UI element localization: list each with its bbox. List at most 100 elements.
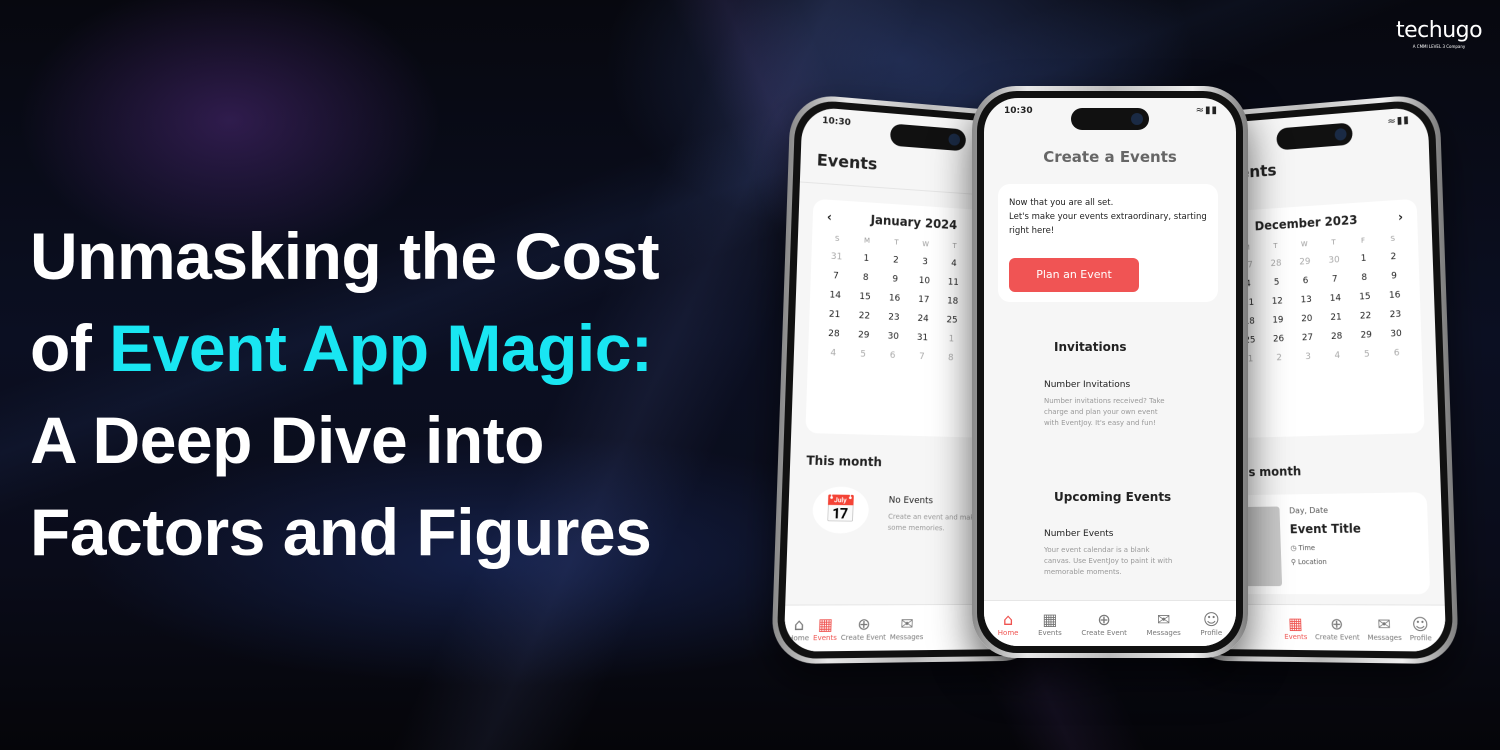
calendar-day[interactable]: 29 bbox=[1290, 256, 1319, 268]
calendar-day[interactable]: 7 bbox=[907, 351, 936, 362]
home-icon: ⌂ bbox=[794, 615, 805, 633]
dynamic-island bbox=[890, 123, 966, 151]
calendar-day[interactable]: 23 bbox=[1380, 309, 1410, 321]
calendar-day[interactable]: 3 bbox=[910, 256, 939, 268]
nav-profile[interactable]: ☺ Profile bbox=[1409, 615, 1432, 642]
calendar-day[interactable]: 1 bbox=[851, 253, 881, 265]
calendar-day[interactable]: 4 bbox=[1323, 350, 1353, 361]
calendar-day[interactable]: 30 bbox=[878, 331, 908, 342]
nav-messages[interactable]: ✉ Messages bbox=[890, 615, 924, 641]
nav-home[interactable]: ⌂ Home bbox=[788, 615, 810, 642]
calendar-day[interactable]: 13 bbox=[1292, 294, 1321, 305]
calendar-day[interactable]: 31 bbox=[908, 332, 937, 343]
calendar-day[interactable]: 14 bbox=[1321, 293, 1351, 305]
plan-event-button[interactable]: Plan an Event bbox=[1009, 258, 1139, 292]
calendar-day[interactable]: 28 bbox=[819, 328, 849, 339]
calendar-day[interactable]: 15 bbox=[850, 291, 880, 303]
calendar-day[interactable]: 28 bbox=[1322, 331, 1352, 342]
calendar-day[interactable]: 2 bbox=[1378, 251, 1408, 263]
calendar-day[interactable]: 28 bbox=[1262, 258, 1291, 270]
phone-create-event: 10:30 ≈▮▮ Create a Events Now that you a… bbox=[972, 86, 1248, 658]
nav-events[interactable]: ▦ Events bbox=[813, 615, 838, 642]
nav-messages[interactable]: ✉ Messages bbox=[1367, 615, 1402, 642]
calendar-day[interactable]: 8 bbox=[851, 272, 881, 284]
calendar-day[interactable]: 8 bbox=[1349, 272, 1379, 284]
events-icon: ▦ bbox=[1042, 611, 1057, 629]
section-title: This month bbox=[806, 453, 882, 469]
calendar-day[interactable]: 27 bbox=[1293, 332, 1322, 343]
calendar-day[interactable]: 12 bbox=[1263, 296, 1292, 307]
nav-events[interactable]: ▦ Events bbox=[1284, 615, 1308, 641]
calendar-day[interactable]: 2 bbox=[881, 255, 911, 267]
headline-line-4: Factors and Figures bbox=[30, 486, 659, 578]
calendar-day[interactable]: 5 bbox=[1352, 349, 1382, 360]
calendar-day[interactable]: 6 bbox=[878, 350, 908, 361]
calendar-day[interactable]: 22 bbox=[849, 311, 879, 322]
calendar-day[interactable]: 14 bbox=[820, 290, 850, 302]
calendar-day[interactable]: 18 bbox=[938, 296, 967, 307]
weekday-label: T bbox=[940, 241, 969, 251]
calendar-day[interactable]: 26 bbox=[1264, 334, 1293, 345]
calendar-day[interactable]: 25 bbox=[937, 315, 966, 326]
event-location: Location bbox=[1298, 558, 1327, 566]
status-icons: ≈▮▮ bbox=[1196, 105, 1218, 116]
calendar-day[interactable]: 21 bbox=[1321, 312, 1351, 323]
prev-month-icon[interactable]: ‹ bbox=[827, 210, 832, 225]
calendar-day[interactable]: 16 bbox=[880, 293, 910, 305]
next-month-icon[interactable]: › bbox=[1398, 210, 1403, 225]
nav-create-event[interactable]: ⊕ Create Event bbox=[1314, 615, 1359, 641]
events-icon: ▦ bbox=[818, 615, 834, 633]
calendar-day[interactable]: 3 bbox=[1293, 351, 1322, 362]
nav-events[interactable]: ▦ Events bbox=[1038, 611, 1062, 637]
calendar-day[interactable]: 29 bbox=[1351, 330, 1381, 341]
calendar-day[interactable]: 9 bbox=[1379, 270, 1409, 282]
nav-messages[interactable]: ✉ Messages bbox=[1147, 611, 1181, 637]
calendar-day[interactable]: 15 bbox=[1350, 291, 1380, 303]
calendar-day[interactable]: 8 bbox=[936, 353, 965, 364]
calendar-day[interactable]: 1 bbox=[937, 334, 966, 345]
calendar-day[interactable]: 30 bbox=[1381, 328, 1411, 339]
calendar-day[interactable]: 11 bbox=[939, 277, 968, 288]
headline-line-1: Unmasking the Cost bbox=[30, 210, 659, 302]
page-title: Events bbox=[816, 150, 877, 174]
calendar-month: December 2023 bbox=[1254, 213, 1357, 234]
weekday-label: W bbox=[1290, 239, 1319, 249]
weekday-label: T bbox=[1319, 238, 1349, 248]
calendar-day[interactable]: 5 bbox=[848, 349, 878, 360]
calendar-day[interactable]: 10 bbox=[910, 275, 939, 287]
calendar-day[interactable]: 22 bbox=[1351, 311, 1381, 322]
nav-home[interactable]: ⌂ Home bbox=[998, 611, 1019, 637]
calendar-day[interactable]: 31 bbox=[821, 251, 851, 263]
event-time: Time bbox=[1298, 544, 1315, 552]
nav-label: Events bbox=[1284, 632, 1307, 640]
nav-profile[interactable]: ☺ Profile bbox=[1200, 611, 1222, 637]
calendar-day[interactable]: 17 bbox=[909, 294, 938, 305]
calendar-day[interactable]: 21 bbox=[819, 309, 849, 321]
upcoming-subtitle: Number Events bbox=[1044, 529, 1114, 539]
dynamic-island bbox=[1276, 122, 1352, 150]
status-time: 10:30 bbox=[822, 116, 851, 128]
calendar-day[interactable]: 6 bbox=[1291, 275, 1320, 287]
calendar-day[interactable]: 7 bbox=[821, 270, 851, 282]
headline: Unmasking the Cost of Event App Magic: A… bbox=[30, 210, 659, 578]
event-card[interactable]: Day, Date Event Title ◷ Time ⚲ Location bbox=[1231, 492, 1430, 594]
nav-create-event[interactable]: ⊕ Create Event bbox=[841, 615, 887, 642]
calendar-day[interactable]: 24 bbox=[908, 313, 937, 324]
calendar-day[interactable]: 2 bbox=[1265, 353, 1294, 364]
calendar-day[interactable]: 9 bbox=[880, 274, 910, 286]
calendar-day[interactable]: 5 bbox=[1262, 277, 1291, 288]
empty-title: No Events bbox=[889, 496, 934, 507]
calendar-day[interactable]: 30 bbox=[1319, 255, 1349, 267]
calendar-day[interactable]: 4 bbox=[818, 348, 848, 359]
calendar-day[interactable]: 6 bbox=[1382, 348, 1412, 359]
calendar-day[interactable]: 20 bbox=[1292, 313, 1321, 324]
calendar-day[interactable]: 1 bbox=[1349, 253, 1379, 265]
calendar-day[interactable]: 19 bbox=[1263, 315, 1292, 326]
calendar-day[interactable]: 23 bbox=[879, 312, 909, 323]
calendar-day[interactable]: 7 bbox=[1320, 274, 1350, 286]
calendar-day[interactable]: 16 bbox=[1380, 290, 1410, 302]
calendar-day[interactable]: 29 bbox=[849, 330, 879, 341]
nav-label: Create Event bbox=[1315, 633, 1360, 641]
nav-create-event[interactable]: ⊕ Create Event bbox=[1081, 611, 1127, 637]
calendar-day[interactable]: 4 bbox=[939, 258, 968, 270]
